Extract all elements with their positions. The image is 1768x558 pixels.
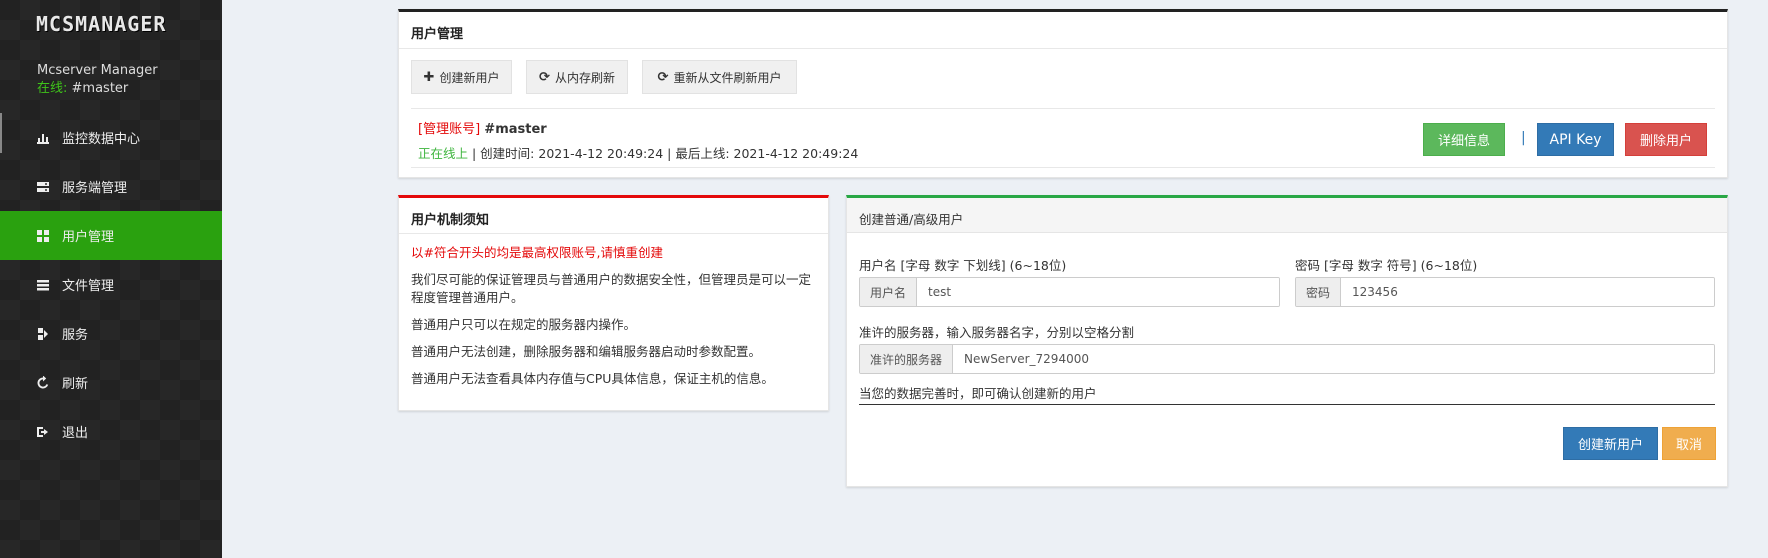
current-user: #master [71, 81, 129, 96]
toolbar: ✚ 创建新用户 ⟳ 从内存刷新 ⟳ 重新从文件刷新用户 [411, 60, 797, 94]
delete-user-button[interactable]: 删除用户 [1625, 123, 1707, 156]
button-label: 从内存刷新 [554, 70, 615, 85]
nav-label: 用户管理 [62, 230, 115, 245]
user-row-title: [管理账号] #master [418, 118, 547, 137]
button-label: 创建新用户 [439, 70, 500, 85]
create-user-button[interactable]: ✚ 创建新用户 [411, 60, 512, 94]
grid-icon [36, 229, 50, 243]
refresh-icon: ⟳ [657, 69, 669, 85]
username-input[interactable]: test [917, 278, 1279, 306]
separator: | [1521, 130, 1526, 146]
divider [399, 233, 828, 234]
password-addon: 密码 [1296, 278, 1342, 306]
plus-icon: ✚ [423, 69, 435, 85]
notice-paragraph: 普通用户只可以在规定的服务器内操作。 [411, 317, 637, 332]
refresh-memory-button[interactable]: ⟳ 从内存刷新 [526, 60, 628, 94]
notice-title: 用户机制须知 [411, 213, 490, 228]
user-row-info: 正在线上 | 创建时间: 2021-4-12 20:49:24 | 最后上线: … [418, 143, 858, 162]
list-icon [36, 278, 50, 292]
nav-label: 服务端管理 [62, 181, 128, 196]
user-panel: Mcserver Manager 在线: #master [37, 62, 158, 98]
servers-field: 准许的服务器 NewServer_7294000 [859, 344, 1715, 374]
password-field: 密码 123456 [1295, 277, 1715, 307]
nav-item-users[interactable]: 用户管理 [0, 211, 222, 260]
nav-label: 刷新 [62, 377, 89, 392]
divider [411, 167, 1715, 168]
user-times: | 创建时间: 2021-4-12 20:49:24 | 最后上线: 2021-… [472, 146, 859, 161]
nav-label: 服务 [62, 328, 89, 343]
nav-item-services[interactable]: 服务 [0, 309, 222, 358]
online-label: 在线: [37, 81, 68, 96]
form-header: 创建普通/高级用户 [847, 198, 1727, 233]
app-logo: MCSMANAGER [36, 12, 167, 36]
submit-create-button[interactable]: 创建新用户 [1563, 427, 1658, 460]
service-icon [36, 327, 50, 341]
nav-item-servers[interactable]: 服务端管理 [0, 162, 222, 211]
app-subtitle: Mcserver Manager [37, 63, 158, 78]
api-key-button[interactable]: API Key [1537, 123, 1614, 156]
user-name: #master [484, 122, 547, 137]
user-management-panel: 用户管理 ✚ 创建新用户 ⟳ 从内存刷新 ⟳ 重新从文件刷新用户 [管理账号] #ma… [398, 9, 1728, 178]
notice-paragraph: 我们尽可能的保证管理员与普通用户的数据安全性，但管理员是可以一定程度管理普通用户… [411, 272, 812, 305]
nav-item-logout[interactable]: 退出 [0, 407, 222, 456]
notice-warning: 以#符合开头的均是最高权限账号,请慎重创建 [411, 245, 663, 260]
servers-label: 准许的服务器，输入服务器名字，分别以空格分割 [859, 325, 1135, 340]
refresh-file-button[interactable]: ⟳ 重新从文件刷新用户 [642, 60, 797, 94]
nav-label: 文件管理 [62, 279, 115, 294]
online-badge: 正在线上 [418, 146, 469, 161]
refresh-icon [36, 375, 50, 390]
username-label: 用户名 [字母 数字 下划线] (6~18位) [859, 258, 1067, 273]
nav-item-dashboard[interactable]: 监控数据中心 [0, 113, 222, 162]
server-icon [36, 180, 50, 194]
nav-item-files[interactable]: 文件管理 [0, 260, 222, 309]
details-button[interactable]: 详细信息 [1423, 123, 1505, 156]
notice-panel: 用户机制须知 以#符合开头的均是最高权限账号,请慎重创建 我们尽可能的保证管理员… [398, 195, 829, 411]
sidebar: MCSMANAGER Mcserver Manager 在线: #master … [0, 0, 222, 558]
nav-label: 退出 [62, 426, 89, 441]
notice-paragraph: 普通用户无法查看具体内存值与CPU具体信息，保证主机的信息。 [411, 371, 774, 386]
divider [399, 48, 1727, 49]
button-label: 重新从文件刷新用户 [673, 70, 782, 85]
notice-paragraph: 普通用户无法创建，删除服务器和编辑服务器启动时参数配置。 [411, 344, 762, 359]
nav-item-refresh[interactable]: 刷新 [0, 358, 222, 407]
dashboard-icon [36, 131, 50, 145]
password-input[interactable]: 123456 [1341, 278, 1714, 306]
divider [411, 108, 1715, 109]
online-status: 在线: #master [37, 80, 158, 98]
form-divider [859, 404, 1715, 405]
form-title: 创建普通/高级用户 [859, 212, 964, 227]
form-hint: 当您的数据完善时，即可确认创建新的用户 [859, 386, 1097, 401]
username-addon: 用户名 [860, 278, 918, 306]
servers-addon: 准许的服务器 [860, 345, 954, 373]
panel-title: 用户管理 [411, 27, 464, 42]
logout-icon [36, 425, 50, 439]
nav-label: 监控数据中心 [62, 132, 141, 147]
servers-input[interactable]: NewServer_7294000 [953, 345, 1714, 373]
cancel-button[interactable]: 取消 [1662, 427, 1716, 460]
notice-body: 以#符合开头的均是最高权限账号,请慎重创建 我们尽可能的保证管理员与普通用户的数… [411, 244, 821, 388]
password-label: 密码 [字母 数字 符号] (6~18位) [1295, 258, 1478, 273]
username-field: 用户名 test [859, 277, 1280, 307]
create-user-panel: 创建普通/高级用户 用户名 [字母 数字 下划线] (6~18位) 用户名 te… [846, 195, 1728, 487]
sidebar-nav: 监控数据中心 服务端管理 用户管理 文件管理 服务 刷新 退出 [0, 113, 222, 456]
refresh-icon: ⟳ [539, 69, 550, 85]
admin-tag: [管理账号] [418, 122, 481, 137]
